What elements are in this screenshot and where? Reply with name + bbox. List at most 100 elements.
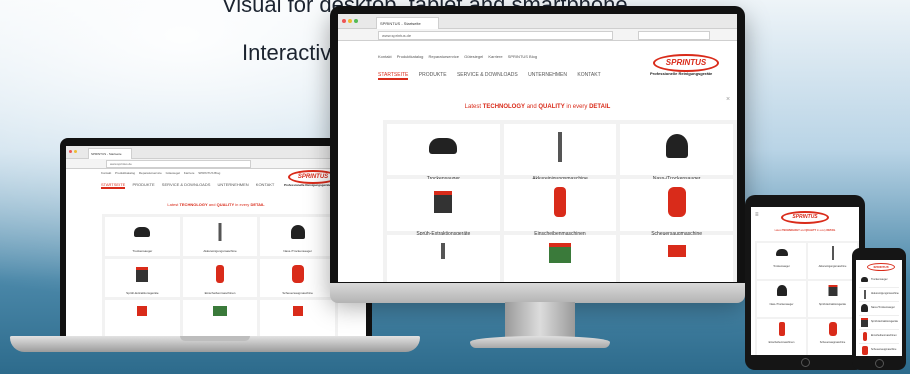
browser-tab[interactable]: SPRINTUS - Startseite: [376, 17, 439, 29]
product-image: [861, 318, 868, 327]
product-label: Einscheibenmaschinen: [871, 334, 897, 337]
sprintus-logo[interactable]: SPRINTUS: [653, 54, 719, 72]
tablet-home-button[interactable]: [801, 358, 810, 367]
product-image: [665, 134, 688, 158]
phone-home-button[interactable]: [875, 359, 884, 368]
product-card[interactable]: Nass-/Trockensauger: [757, 281, 806, 317]
product-card[interactable]: Trockensauger: [387, 124, 500, 182]
laptop-product-grid: Trockensauger Akkureinigungsmaschine Nas…: [102, 214, 338, 338]
product-image: [831, 246, 834, 260]
top-nav-item[interactable]: Reparaturservice: [429, 54, 459, 59]
phone-device: SPRINTUS Trockensauger Akkureinigungsmas…: [852, 248, 906, 370]
banner-word: TECHNOLOGY: [179, 202, 208, 207]
search-field[interactable]: [638, 31, 710, 40]
banner-word: Latest: [774, 229, 782, 232]
nav-kontakt[interactable]: KONTAKT: [577, 72, 600, 78]
product-card[interactable]: Einscheibenmaschinen: [182, 258, 258, 298]
close-dot-icon[interactable]: [342, 19, 346, 23]
banner-word: and: [526, 104, 537, 110]
product-card[interactable]: Nass-/Trockensauger: [260, 217, 335, 256]
product-image: [667, 244, 686, 257]
product-card[interactable]: Nass-/Trockensauger: [620, 124, 733, 182]
product-card[interactable]: Einscheibenmaschinen: [757, 319, 806, 355]
top-nav-item[interactable]: Karriere: [488, 54, 502, 59]
product-image: [667, 187, 686, 218]
product-image: [863, 332, 867, 341]
top-nav-item[interactable]: Karriere: [184, 171, 195, 175]
close-icon[interactable]: ×: [726, 96, 730, 103]
address-bar[interactable]: www.sprintus.de: [378, 31, 613, 40]
product-card[interactable]: Trockensauger: [105, 217, 180, 256]
product-card[interactable]: Trockensauger: [757, 243, 806, 279]
nav-produkte[interactable]: PRODUKTE: [132, 182, 154, 187]
nav-startseite[interactable]: STARTSEITE: [378, 72, 409, 80]
product-card[interactable]: Akkureinigungsmaschine: [182, 217, 258, 256]
tablet-screen: SPRINTUS ≡ Latest TECHNOLOGY and QUALITY…: [751, 207, 859, 355]
minimize-dot-icon[interactable]: [348, 19, 352, 23]
product-label: Trockensauger: [871, 278, 888, 281]
list-item[interactable]: Trockensauger: [859, 274, 899, 288]
nav-unternehmen[interactable]: UNTERNEHMEN: [528, 72, 567, 78]
product-label: Akkureinigungsmaschine: [203, 249, 237, 253]
list-item[interactable]: Nass-/Trockensauger: [859, 302, 899, 316]
banner-word: DETAIL: [589, 104, 611, 110]
top-nav-item[interactable]: Produktkatalog: [397, 54, 424, 59]
nav-produkte[interactable]: PRODUKTE: [419, 72, 447, 78]
top-nav-item[interactable]: Reparaturservice: [139, 171, 162, 175]
sprintus-logo[interactable]: SPRINTUS: [781, 211, 829, 224]
product-card[interactable]: [620, 234, 733, 282]
address-bar[interactable]: www.sprintus.de: [106, 160, 251, 168]
product-card[interactable]: Scheuersaugmaschine: [808, 319, 857, 355]
product-card[interactable]: Sprüh-Extraktionsgeräte: [105, 258, 180, 298]
top-nav-item[interactable]: Gütesiegel: [166, 171, 180, 175]
close-dot-icon[interactable]: [69, 150, 72, 153]
menu-icon[interactable]: ≡: [755, 212, 759, 218]
list-item[interactable]: Einscheibenmaschinen: [859, 330, 899, 344]
nav-service-downloads[interactable]: SERVICE & DOWNLOADS: [162, 182, 211, 187]
top-nav-item[interactable]: Kontakt: [378, 54, 392, 59]
list-item[interactable]: Scheuersaugmaschine: [859, 344, 899, 356]
product-card[interactable]: Akkureinigungsmaschine: [503, 124, 617, 182]
laptop-main-nav: STARTSEITE PRODUKTE SERVICE & DOWNLOADS …: [101, 182, 274, 189]
product-label: Sprüh-Extraktionsgeräte: [819, 303, 846, 306]
top-nav-item[interactable]: Kontakt: [101, 171, 111, 175]
product-image: [218, 223, 222, 241]
product-card[interactable]: [503, 234, 617, 282]
nav-startseite[interactable]: STARTSEITE: [101, 182, 126, 189]
minimize-dot-icon[interactable]: [74, 150, 77, 153]
banner-headline: Latest TECHNOLOGY and QUALITY in every D…: [66, 202, 366, 207]
product-card[interactable]: [387, 234, 500, 282]
top-nav-item[interactable]: SPRINTUS Blog: [198, 171, 220, 175]
product-card[interactable]: Sprüh-Extraktionsgeräte: [387, 179, 500, 237]
product-card[interactable]: [260, 300, 335, 338]
product-image: [557, 132, 562, 162]
product-image: [290, 225, 305, 239]
browser-tab[interactable]: SPRINTUS - Startseite: [88, 148, 132, 159]
top-nav-item[interactable]: SPRINTUS Blog: [508, 54, 537, 59]
nav-kontakt[interactable]: KONTAKT: [256, 182, 275, 187]
product-image: [429, 138, 458, 154]
list-item[interactable]: Akkureinigungsmaschine: [859, 288, 899, 302]
banner-word: and: [208, 202, 216, 207]
nav-service-downloads[interactable]: SERVICE & DOWNLOADS: [457, 72, 518, 78]
banner-word: in every: [566, 104, 588, 110]
product-card[interactable]: Scheuersaugmaschine: [620, 179, 733, 237]
product-card[interactable]: [105, 300, 180, 338]
product-card[interactable]: Akkureinigungsmaschine: [808, 243, 857, 279]
top-nav-item[interactable]: Produktkatalog: [115, 171, 135, 175]
list-item[interactable]: Sprüh-Extraktionsgeräte: [859, 316, 899, 330]
product-card[interactable]: Einscheibenmaschinen: [503, 179, 617, 237]
tablet-device: SPRINTUS ≡ Latest TECHNOLOGY and QUALITY…: [745, 195, 865, 370]
product-label: Nass-/Trockensauger: [283, 249, 312, 253]
nav-unternehmen[interactable]: UNTERNEHMEN: [218, 182, 249, 187]
product-label: Trockensauger: [132, 249, 153, 253]
banner-headline: Latest TECHNOLOGY and QUALITY in every D…: [338, 104, 737, 110]
product-label: Trockensauger: [773, 265, 790, 268]
product-card[interactable]: Sprüh-Extraktionsgeräte: [808, 281, 857, 317]
product-image: [136, 266, 149, 282]
product-card[interactable]: [182, 300, 258, 338]
sprintus-logo[interactable]: SPRINTUS: [867, 263, 895, 271]
product-card[interactable]: Scheuersaugmaschine: [260, 258, 335, 298]
maximize-dot-icon[interactable]: [354, 19, 358, 23]
top-nav-item[interactable]: Gütesiegel: [464, 54, 483, 59]
